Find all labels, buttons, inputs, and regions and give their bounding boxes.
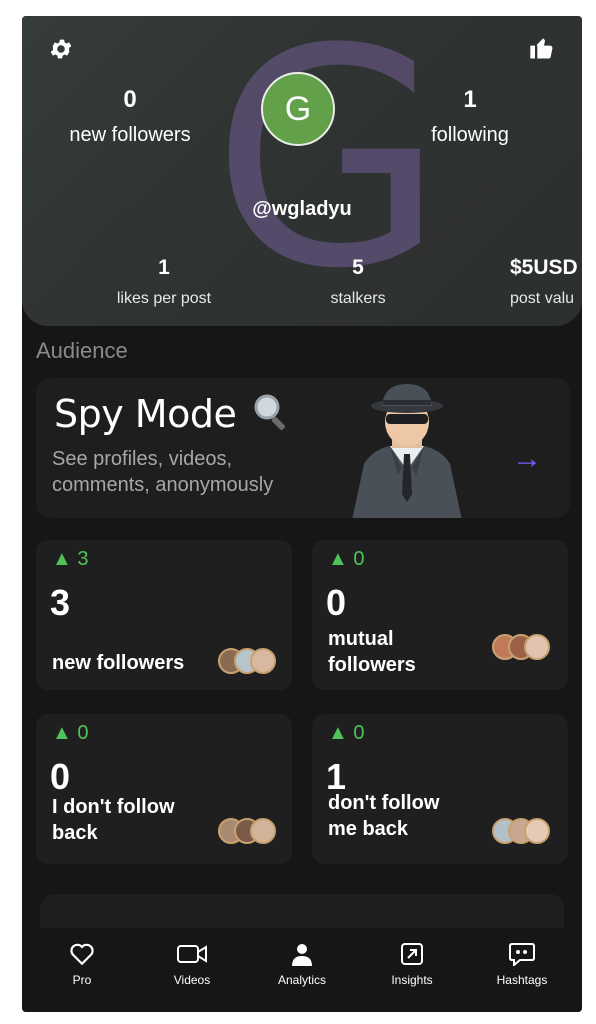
clipped-stat-fragment: : bbox=[22, 290, 26, 308]
left-stat-label: new followers bbox=[69, 124, 191, 146]
spy-mode-title: Spy Mode bbox=[54, 392, 292, 441]
tab-insights[interactable]: Insights bbox=[367, 942, 457, 987]
tab-label: Pro bbox=[72, 973, 92, 987]
chat-quote-icon bbox=[509, 943, 535, 970]
right-stat-value: 1 bbox=[463, 86, 477, 113]
card-label: new followers bbox=[52, 652, 185, 674]
card-label: mutual followers bbox=[328, 628, 416, 676]
insights-arrow-icon bbox=[400, 943, 424, 970]
post-value-label: post valu bbox=[510, 290, 575, 307]
tab-analytics[interactable]: Analytics bbox=[257, 942, 347, 987]
stalkers-value: 5 bbox=[352, 256, 364, 279]
stalkers-label: stalkers bbox=[330, 290, 386, 307]
new-followers-card[interactable]: ▲ 3 3 new followers bbox=[36, 540, 292, 690]
delta-indicator: ▲ 0 bbox=[328, 548, 365, 570]
card-label: don't follow me back bbox=[328, 792, 440, 840]
left-stat-value: 0 bbox=[123, 86, 137, 113]
magnifier-icon bbox=[252, 392, 292, 441]
spy-mode-subtitle: See profiles, videos, comments, anonymou… bbox=[52, 448, 274, 496]
thumbs-up-icon[interactable] bbox=[528, 34, 556, 67]
tab-videos[interactable]: Videos bbox=[147, 942, 237, 987]
tab-hashtags[interactable]: Hashtags bbox=[477, 942, 567, 987]
gear-icon[interactable] bbox=[48, 36, 74, 67]
heart-icon bbox=[69, 943, 95, 970]
tab-label: Analytics bbox=[277, 973, 327, 987]
delta-indicator: ▲ 0 bbox=[328, 722, 365, 744]
tab-label: Videos bbox=[173, 973, 211, 987]
spy-mode-card[interactable]: Spy Mode See profiles, videos, comments,… bbox=[36, 378, 570, 518]
avatar bbox=[250, 818, 276, 844]
person-icon bbox=[290, 944, 314, 970]
avatar[interactable]: G bbox=[261, 72, 335, 146]
card-label: I don't follow back bbox=[52, 796, 175, 844]
likes-per-post-value: 1 bbox=[158, 256, 170, 279]
spy-mode-title-text: Spy Mode bbox=[54, 392, 237, 436]
app-screen: G 0 new followers G 1 following @wgladyu… bbox=[22, 16, 582, 1012]
avatar-stack bbox=[492, 634, 550, 660]
card-value: 3 bbox=[50, 582, 71, 623]
username: @wgladyu bbox=[252, 198, 352, 220]
tab-label: Insights bbox=[391, 973, 433, 987]
avatar-stack bbox=[218, 648, 276, 674]
avatar bbox=[250, 648, 276, 674]
profile-header: G 0 new followers G 1 following @wgladyu… bbox=[22, 16, 582, 326]
right-stat-label: following bbox=[431, 124, 509, 146]
mutual-followers-card[interactable]: ▲ 0 0 mutual followers bbox=[312, 540, 568, 690]
avatar bbox=[524, 634, 550, 660]
avatar-stack bbox=[218, 818, 276, 844]
spy-agent-icon bbox=[342, 384, 472, 518]
likes-per-post-label: likes per post bbox=[116, 290, 212, 307]
avatar bbox=[524, 818, 550, 844]
dont-follow-me-back-card[interactable]: ▲ 0 1 don't follow me back bbox=[312, 714, 568, 864]
tab-pro[interactable]: Pro bbox=[37, 942, 127, 987]
post-value-value: $5USD bbox=[510, 256, 578, 279]
section-title-audience: Audience bbox=[36, 338, 128, 363]
spy-mode-arrow-icon[interactable]: → bbox=[512, 442, 542, 476]
i-dont-follow-back-card[interactable]: ▲ 0 0 I don't follow back bbox=[36, 714, 292, 864]
bottom-tab-bar: Pro Videos Analytics Insights Hashtags bbox=[22, 928, 582, 1012]
card-value: 0 bbox=[326, 582, 347, 623]
card-value: 0 bbox=[50, 756, 71, 797]
video-camera-icon bbox=[176, 945, 208, 970]
delta-indicator: ▲ 0 bbox=[52, 722, 89, 744]
avatar-stack bbox=[492, 818, 550, 844]
tab-label: Hashtags bbox=[496, 973, 548, 987]
delta-indicator: ▲ 3 bbox=[52, 548, 89, 570]
